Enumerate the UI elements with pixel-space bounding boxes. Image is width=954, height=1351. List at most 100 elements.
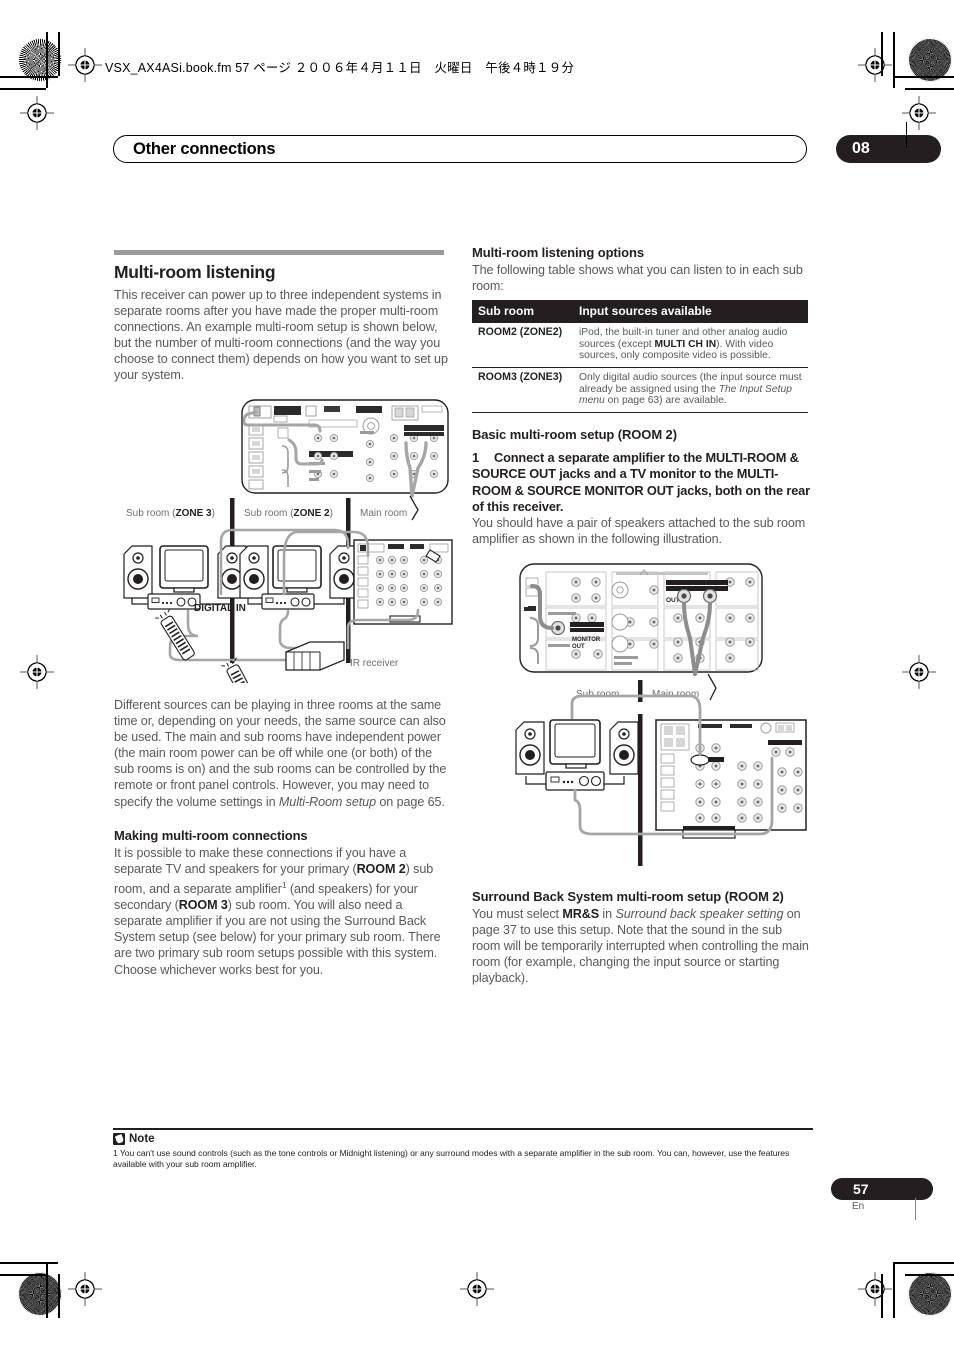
page-number: 57 (853, 1181, 869, 1197)
multiroom-overview-diagram: Sub room (ZONE 3) Sub room (ZONE 2) Main… (118, 398, 454, 683)
after-diagram-paragraph: Different sources can be playing in thre… (114, 697, 452, 810)
note-pencil-icon (113, 1133, 125, 1146)
label-monitor-out: MONITOR (572, 637, 601, 643)
page-language: En (852, 1201, 865, 1212)
setup-step-1: 1 Connect a separate amplifier to the MUL… (472, 450, 810, 516)
table-header-sub-room: Sub room (472, 300, 573, 324)
after-diagram-text-b: on page 65. (376, 794, 445, 809)
crop-mark-top-left-v (46, 32, 48, 88)
crop-mark-top-right-v (893, 32, 895, 88)
section-rule (114, 250, 444, 255)
chapter-number: 08 (852, 140, 870, 157)
surround-back-heading: Surround Back System multi-room setup (R… (472, 889, 784, 904)
surround-text-b: in (599, 907, 616, 921)
room-divider-zone3-zone2 (230, 498, 235, 546)
registration-target-bottom-right (858, 1272, 892, 1306)
crop-mark-bottom-right-h (893, 1262, 954, 1264)
multi-ch-in-keyword: MULTI CH IN (654, 338, 717, 350)
table-header-input-sources: Input sources available (573, 300, 808, 324)
mrs-keyword: MR&S (562, 907, 600, 921)
crop-mark-top-right-v2 (881, 32, 883, 76)
registration-starburst-bottom-left (18, 1272, 62, 1316)
monitor-out-label-bar (570, 622, 604, 627)
left-column: Multi-room listening This receiver can p… (114, 250, 452, 384)
making-connections-heading: Making multi-room connections (114, 827, 308, 843)
ir-receiver-unit (285, 641, 345, 671)
head-tick-mark (906, 122, 907, 148)
registration-starburst-bottom-right (908, 1272, 952, 1316)
sub-main-divider (638, 680, 643, 702)
receiver-rear-panel-closeup: OUT MONITOR OUT (519, 563, 763, 673)
table-cell-room3: ROOM3 (ZONE3) (472, 367, 573, 413)
room3-sources-b: on page 63) are available. (604, 395, 727, 407)
label-ir-receiver: IR receiver (350, 658, 399, 669)
crop-mark-top-right-h2 (905, 88, 954, 90)
crop-mark-bottom-left-v (46, 1262, 48, 1318)
table-cell-room2: ROOM2 (ZONE2) (472, 323, 573, 368)
crop-mark-bottom-left-h (0, 1262, 58, 1264)
multi-room-source-label-bar (666, 580, 728, 585)
registration-target-left-mid (20, 655, 54, 689)
crop-mark-top-right-h (893, 76, 954, 78)
svg-text:OUT: OUT (572, 644, 585, 650)
zone3-equipment: DIGITAL IN (123, 545, 247, 614)
label-main-room: Main room (360, 508, 407, 519)
sub-room-amplifier (545, 771, 605, 791)
step-text: Connect a separate amplifier to the MULT… (472, 449, 810, 514)
crop-mark-bottom-right-h2 (905, 1274, 954, 1276)
crop-mark-bottom-right-v (893, 1262, 895, 1318)
surround-text-a: You must select (472, 907, 563, 921)
zone2-equipment (239, 545, 359, 610)
page-title: Multi-room listening (114, 262, 276, 282)
running-head: Other connections 08 (113, 122, 941, 165)
registration-target-bottom-center (460, 1272, 494, 1306)
basic-room2-setup-diagram: OUT MONITOR OUT Sub room Main room (508, 562, 813, 877)
left-column-lower: Different sources can be playing in thre… (114, 697, 452, 978)
multiroom-options-table: Sub room Input sources available ROOM2 (… (472, 300, 808, 413)
surround-back-paragraph: You must select MR&S in Surround back sp… (472, 906, 810, 986)
remote-control-zone2 (221, 657, 259, 683)
intro-paragraph: This receiver can power up to three inde… (114, 288, 448, 383)
table-cell-room2-sources: iPod, the built-in tuner and other analo… (573, 323, 808, 368)
registration-target-bottom-left (68, 1272, 102, 1306)
crop-mark-bottom-left-h2 (0, 1274, 46, 1276)
surround-back-speaker-setting-ref: Surround back speaker setting (615, 907, 784, 921)
main-room-receiver-2 (655, 719, 807, 839)
page-tick-mark (915, 1198, 916, 1220)
room2-keyword: ROOM 2 (356, 861, 406, 876)
label-main-room-2: Main room (652, 689, 699, 700)
sub-room-tv (549, 719, 601, 769)
page-number-badge: 57 (831, 1178, 933, 1200)
crop-mark-bottom-right-v2 (881, 1274, 883, 1318)
print-filename-line: VSX_AX4ASi.book.fm 57 ページ ２００６年４月１１日 火曜日… (105, 61, 575, 75)
chapter-title: Other connections (133, 140, 276, 158)
footnote-rule (113, 1128, 813, 1131)
table-row: ROOM3 (ZONE3) Only digital audio sources… (472, 367, 808, 413)
basic-setup-heading: Basic multi-room setup (ROOM 2) (472, 426, 677, 442)
label-sub-room-2: Sub room (576, 689, 619, 700)
sub-room-equipment (515, 719, 639, 791)
registration-target-top-right (858, 48, 892, 82)
label-digital-in: DIGITAL IN (194, 603, 246, 614)
crop-mark-bottom-left-v2 (58, 1274, 60, 1318)
footnote-text: 1 You can't use sound controls (such as … (113, 1148, 790, 1170)
step-follow-text: You should have a pair of speakers attac… (472, 516, 806, 547)
right-column-lower: Surround Back System multi-room setup (R… (472, 889, 810, 986)
label-sub-room-zone3: Sub room (ZONE 3) (126, 508, 215, 519)
after-diagram-text-a: Different sources can be playing in thre… (114, 698, 447, 809)
multi-room-setup-ref: Multi-Room setup (278, 794, 376, 809)
label-sub-room-zone2: Sub room (ZONE 2) (244, 508, 333, 519)
crop-mark-top-left-h2 (0, 88, 46, 90)
multi-room-out-jack-right (702, 588, 718, 604)
making-connections-paragraph: It is possible to make these connections… (114, 845, 452, 978)
step-number: 1 (472, 449, 479, 465)
registration-target-left-upper (20, 96, 54, 130)
options-heading: Multi-room listening options (472, 245, 644, 260)
chapter-number-badge: 08 (836, 135, 941, 163)
crop-mark-top-left-v2 (58, 32, 60, 76)
table-header-row: Sub room Input sources available (472, 300, 808, 324)
footnote-label: Note (129, 1133, 155, 1146)
crop-mark-top-left-h (0, 76, 58, 78)
table-cell-room3-sources: Only digital audio sources (the input so… (573, 367, 808, 413)
right-column: Multi-room listening options The followi… (472, 245, 810, 548)
